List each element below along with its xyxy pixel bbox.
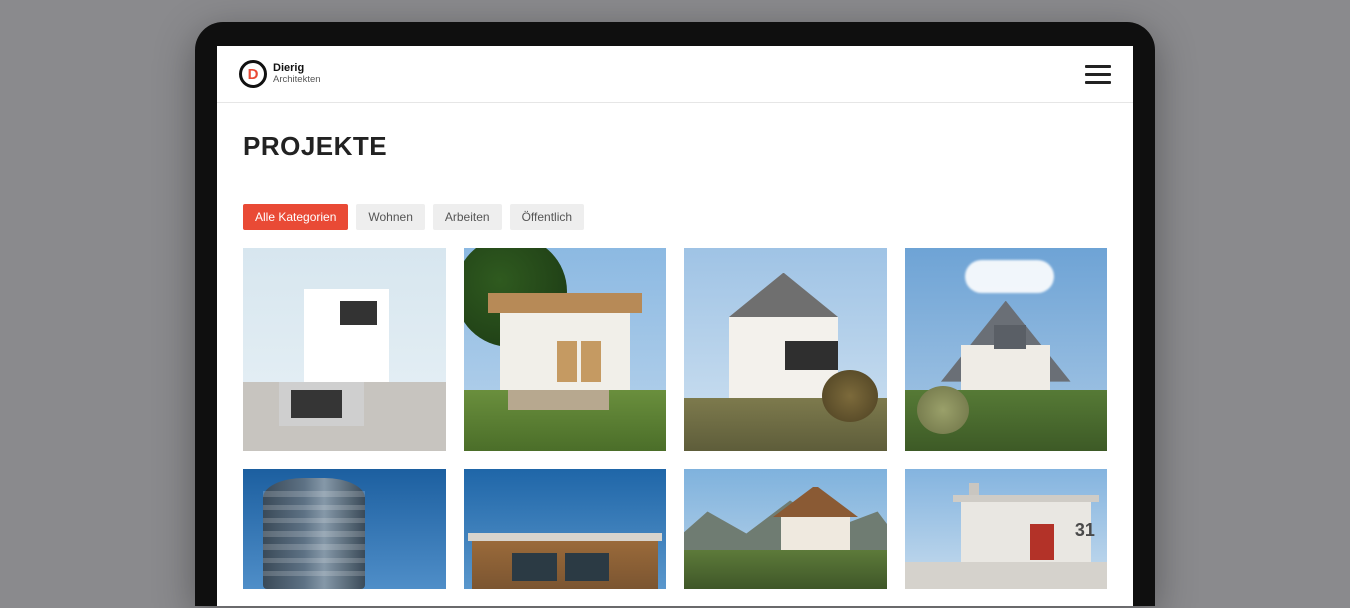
- house-number: 31: [1075, 520, 1095, 541]
- filter-arbeiten[interactable]: Arbeiten: [433, 204, 502, 230]
- filter-all[interactable]: Alle Kategorien: [243, 204, 348, 230]
- page-content: PROJEKTE Alle Kategorien Wohnen Arbeiten…: [217, 103, 1133, 589]
- screen: D Dierig Architekten PROJEKTE Alle Kateg…: [217, 46, 1133, 606]
- project-tile[interactable]: [243, 469, 446, 589]
- project-tile[interactable]: [464, 469, 667, 589]
- project-tile[interactable]: 31: [905, 469, 1108, 589]
- filter-wohnen[interactable]: Wohnen: [356, 204, 424, 230]
- site-header: D Dierig Architekten: [217, 46, 1133, 103]
- logo-letter: D: [248, 67, 259, 82]
- filter-bar: Alle Kategorien Wohnen Arbeiten Öffentli…: [243, 204, 1107, 230]
- brand-text: Dierig Architekten: [273, 63, 321, 85]
- project-grid: [243, 248, 1107, 451]
- filter-oeffentlich[interactable]: Öffentlich: [510, 204, 584, 230]
- project-tile[interactable]: [905, 248, 1108, 451]
- logo-badge-icon: D: [239, 60, 267, 88]
- monitor-bezel: D Dierig Architekten PROJEKTE Alle Kateg…: [195, 22, 1155, 606]
- project-tile[interactable]: [464, 248, 667, 451]
- menu-icon[interactable]: [1085, 65, 1111, 84]
- project-tile[interactable]: [684, 469, 887, 589]
- project-grid: 31: [243, 469, 1107, 589]
- project-tile[interactable]: [684, 248, 887, 451]
- monitor-frame: D Dierig Architekten PROJEKTE Alle Kateg…: [195, 22, 1155, 606]
- brand-logo[interactable]: D Dierig Architekten: [239, 60, 321, 88]
- brand-subtitle: Architekten: [273, 75, 321, 85]
- brand-name: Dierig: [273, 63, 321, 74]
- project-tile[interactable]: [243, 248, 446, 451]
- page-title: PROJEKTE: [243, 131, 1107, 162]
